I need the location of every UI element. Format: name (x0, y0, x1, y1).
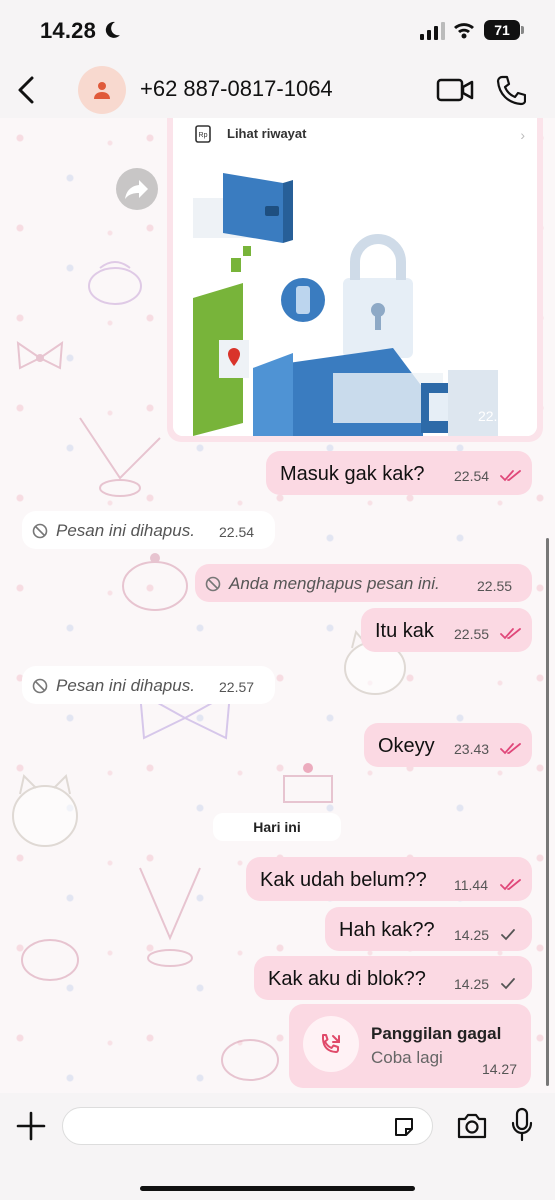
contact-name[interactable]: +62 887-0817-1064 (140, 76, 333, 102)
message-input[interactable] (62, 1107, 433, 1145)
chat-area[interactable]: Rp Lihat riwayat › 22.53 Masuk gak kak? … (0, 118, 555, 1093)
scrollbar[interactable] (546, 538, 549, 1086)
message-bubble-out[interactable]: Hah kak?? 14.25 (325, 907, 532, 951)
day-divider: Hari ini (213, 813, 341, 841)
message-time: 14.25 (454, 976, 490, 992)
cat-icon (12, 774, 78, 847)
message-time: 22.55 (477, 578, 513, 594)
message-text: Pesan ini dihapus. (56, 521, 195, 540)
message-bubble-out[interactable]: Okeyy 23.43 (364, 723, 532, 767)
message-text: Hah kak?? (339, 919, 435, 941)
message-bubble-out[interactable]: Masuk gak kak? 22.54 (266, 451, 532, 495)
read-receipt-icon (507, 411, 528, 423)
forward-button[interactable] (116, 168, 158, 210)
security-illustration (173, 158, 537, 436)
missed-call-icon (322, 1034, 340, 1053)
forward-arrow-icon (125, 180, 148, 199)
message-bubble-out[interactable]: Kak udah belum?? 11.44 (246, 857, 532, 901)
read-receipt-icon (500, 628, 521, 640)
message-text: Kak aku di blok?? (268, 968, 426, 990)
message-bubble-out[interactable]: Kak aku di blok?? 14.25 (254, 956, 532, 1000)
message-bubble-in-deleted[interactable]: Pesan ini dihapus. 22.54 (22, 511, 275, 549)
deleted-icon (205, 576, 221, 592)
composer-bar (0, 1093, 555, 1200)
teapot-icon (88, 261, 142, 305)
teapot-icon (221, 1039, 279, 1081)
cake-icon (283, 763, 333, 803)
retry-call-link[interactable]: Coba lagi (371, 1048, 443, 1068)
message-text: Masuk gak kak? (280, 463, 425, 485)
image-message[interactable]: Rp Lihat riwayat › 22.53 (167, 118, 543, 442)
message-text: Anda menghapus pesan ini. (229, 574, 440, 593)
ribbon-icon (16, 340, 64, 370)
message-text: Kak udah belum?? (260, 869, 427, 891)
message-time: 23.43 (454, 741, 490, 757)
message-text: Itu kak (375, 620, 434, 642)
candlestick-icon (79, 417, 161, 497)
home-indicator (140, 1186, 415, 1191)
missed-call-icon-wrap (303, 1016, 359, 1072)
receipt-icon: Rp (195, 125, 211, 143)
message-time: 11.44 (454, 877, 488, 893)
call-status-title: Panggilan gagal (371, 1024, 502, 1043)
message-text: Okeyy (378, 735, 435, 757)
chevron-right-icon: › (520, 127, 525, 143)
sent-tick-icon (501, 978, 515, 990)
wifi-icon (454, 23, 474, 39)
message-time: 22.55 (454, 626, 490, 642)
contact-avatar[interactable] (78, 66, 126, 114)
video-call-button[interactable] (436, 76, 474, 104)
status-bar: 14.28 71 (0, 0, 555, 62)
back-button[interactable] (12, 70, 42, 110)
battery-indicator: 71 (484, 20, 524, 40)
sticker-button[interactable] (392, 1115, 416, 1139)
message-bubble-out[interactable]: Itu kak 22.55 (361, 608, 532, 652)
missed-call-bubble[interactable]: Panggilan gagal Coba lagi 14.27 (289, 1004, 531, 1088)
message-bubble-out-deleted[interactable]: Anda menghapus pesan ini. 22.55 (195, 564, 532, 602)
image-preview[interactable]: Rp Lihat riwayat › 22.53 (173, 118, 537, 436)
teapot-icon (21, 939, 79, 981)
teapot-icon (122, 553, 188, 611)
microphone-button[interactable] (510, 1107, 534, 1143)
person-icon (94, 82, 110, 99)
svg-text:Rp: Rp (199, 132, 208, 139)
message-time: 22.54 (219, 524, 255, 540)
camera-button[interactable] (455, 1111, 489, 1141)
history-link[interactable]: Rp Lihat riwayat › (187, 118, 527, 150)
status-time: 14.28 (40, 18, 97, 43)
voice-call-button[interactable] (496, 74, 526, 106)
read-receipt-icon (500, 470, 521, 482)
deleted-icon (32, 678, 48, 694)
message-time: 14.27 (481, 1061, 517, 1077)
message-time: 22.54 (454, 468, 490, 484)
sent-tick-icon (501, 929, 515, 941)
read-receipt-icon (500, 879, 521, 891)
message-text: Pesan ini dihapus. (56, 676, 195, 695)
message-time: 22.57 (219, 679, 255, 695)
signal-icon (420, 22, 445, 40)
moon-icon (105, 21, 120, 38)
chat-header: +62 887-0817-1064 (0, 62, 555, 118)
message-time: 14.25 (454, 927, 490, 943)
attach-plus-button[interactable] (14, 1109, 48, 1143)
history-label: Lihat riwayat (227, 126, 307, 141)
deleted-icon (32, 523, 48, 539)
message-bubble-in-deleted[interactable]: Pesan ini dihapus. 22.57 (22, 666, 275, 704)
candlestick-icon (139, 867, 201, 967)
read-receipt-icon (500, 743, 521, 755)
